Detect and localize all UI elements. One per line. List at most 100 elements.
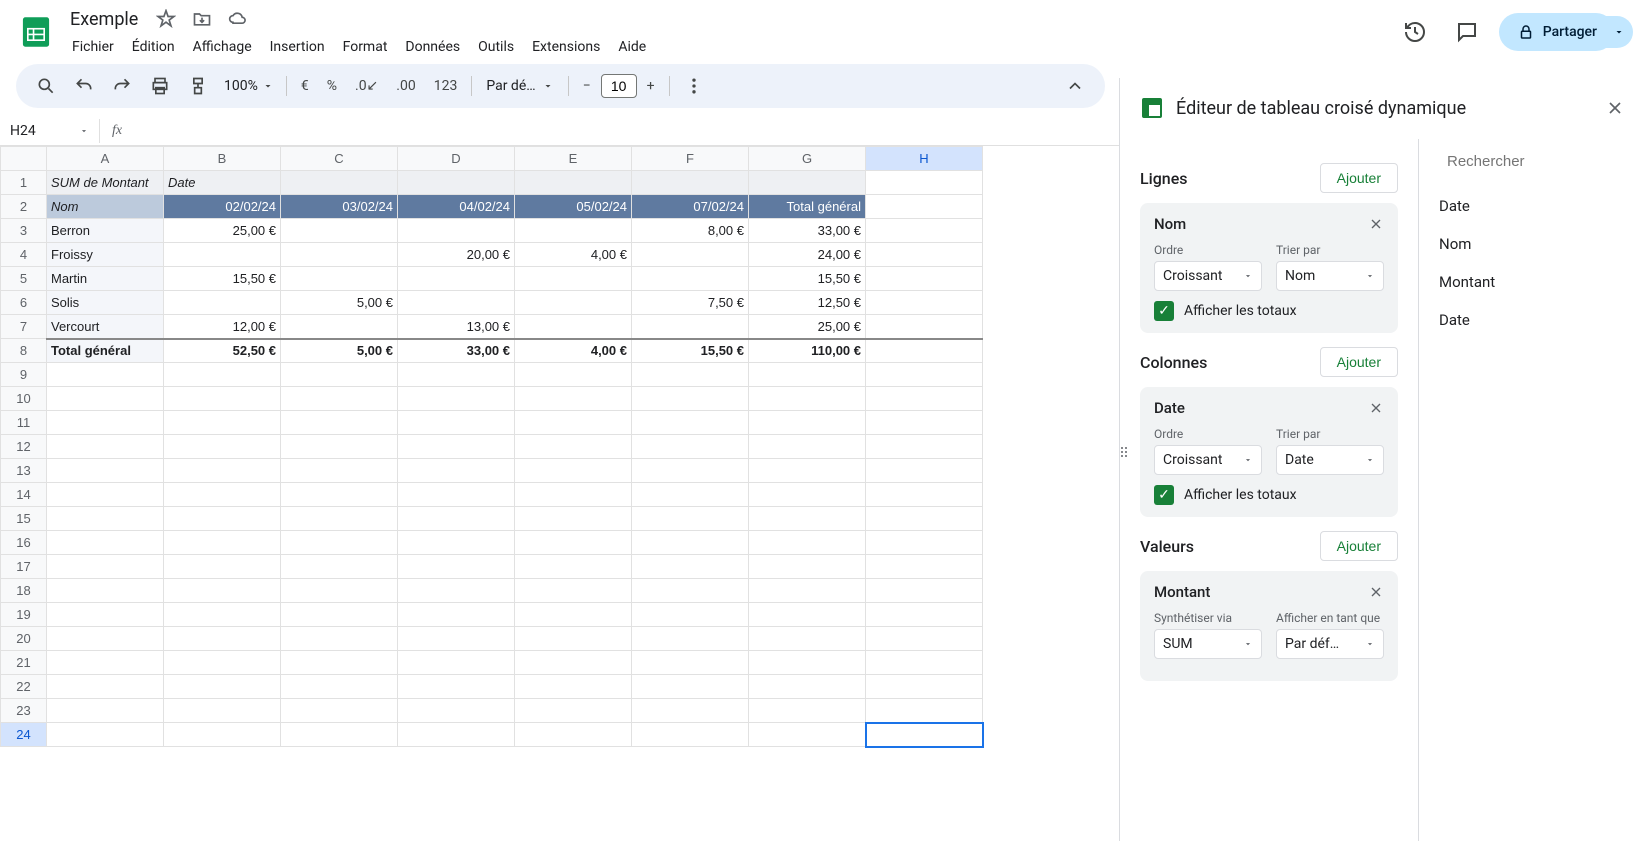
col-header[interactable]: E: [515, 147, 632, 171]
cell[interactable]: [398, 627, 515, 651]
cell[interactable]: 25,00 €: [164, 219, 281, 243]
cell[interactable]: [47, 555, 164, 579]
cell[interactable]: [47, 435, 164, 459]
collapse-toolbar-icon[interactable]: [1057, 70, 1093, 102]
cell[interactable]: [281, 699, 398, 723]
cell[interactable]: [866, 531, 983, 555]
cell[interactable]: [749, 699, 866, 723]
cell[interactable]: Nom: [47, 195, 164, 219]
cell[interactable]: [632, 555, 749, 579]
share-dropdown[interactable]: [1605, 16, 1633, 48]
print-icon[interactable]: [142, 70, 178, 102]
cell[interactable]: [281, 363, 398, 387]
cell[interactable]: Total général: [47, 339, 164, 363]
cell[interactable]: 15,50 €: [164, 267, 281, 291]
cell[interactable]: [164, 603, 281, 627]
cell[interactable]: 05/02/24: [515, 195, 632, 219]
menu-edition[interactable]: Édition: [124, 35, 183, 59]
cell[interactable]: [398, 675, 515, 699]
cell[interactable]: [632, 675, 749, 699]
close-icon[interactable]: [1368, 216, 1384, 232]
cell[interactable]: 15,50 €: [749, 267, 866, 291]
cell[interactable]: [632, 531, 749, 555]
cell[interactable]: [398, 459, 515, 483]
cell[interactable]: [164, 243, 281, 267]
share-button[interactable]: Partager: [1499, 13, 1615, 51]
redo-icon[interactable]: [104, 70, 140, 102]
cell[interactable]: 15,50 €: [632, 339, 749, 363]
increase-fontsize-icon[interactable]: +: [639, 72, 663, 100]
cell[interactable]: [164, 627, 281, 651]
cell[interactable]: [515, 579, 632, 603]
currency-icon[interactable]: €: [293, 72, 317, 100]
cell[interactable]: [47, 627, 164, 651]
cell[interactable]: [47, 459, 164, 483]
cell[interactable]: [47, 723, 164, 747]
row-header[interactable]: 7: [1, 315, 47, 339]
cell[interactable]: [398, 411, 515, 435]
cell[interactable]: [281, 675, 398, 699]
cell[interactable]: [866, 675, 983, 699]
row-header[interactable]: 4: [1, 243, 47, 267]
cell[interactable]: [749, 579, 866, 603]
cell[interactable]: [515, 675, 632, 699]
menu-fichier[interactable]: Fichier: [64, 35, 122, 59]
cell[interactable]: [866, 363, 983, 387]
cell[interactable]: [47, 651, 164, 675]
cell[interactable]: [515, 651, 632, 675]
cell[interactable]: [866, 483, 983, 507]
row-header[interactable]: 20: [1, 627, 47, 651]
cell[interactable]: [164, 459, 281, 483]
cell[interactable]: [281, 315, 398, 339]
cell[interactable]: [398, 699, 515, 723]
cell[interactable]: [749, 411, 866, 435]
menu-affichage[interactable]: Affichage: [185, 35, 260, 59]
cell[interactable]: Froissy: [47, 243, 164, 267]
cell[interactable]: 4,00 €: [515, 243, 632, 267]
cell[interactable]: 03/02/24: [281, 195, 398, 219]
more-icon[interactable]: [676, 70, 712, 102]
cell[interactable]: [632, 579, 749, 603]
menu-insertion[interactable]: Insertion: [262, 35, 333, 59]
search-icon[interactable]: [28, 70, 64, 102]
cell[interactable]: [515, 555, 632, 579]
cell[interactable]: [281, 603, 398, 627]
close-icon[interactable]: [1368, 400, 1384, 416]
cell[interactable]: 110,00 €: [749, 339, 866, 363]
add-rows-button[interactable]: Ajouter: [1320, 163, 1398, 193]
cell[interactable]: [281, 507, 398, 531]
cell[interactable]: [515, 699, 632, 723]
showas-select[interactable]: Par déf…: [1276, 629, 1384, 659]
cell[interactable]: [632, 243, 749, 267]
cell[interactable]: [515, 627, 632, 651]
cell[interactable]: 8,00 €: [632, 219, 749, 243]
cell[interactable]: [164, 483, 281, 507]
cell[interactable]: 33,00 €: [749, 219, 866, 243]
cell[interactable]: [164, 699, 281, 723]
star-icon[interactable]: [152, 5, 180, 33]
cell[interactable]: [866, 627, 983, 651]
cell[interactable]: [632, 387, 749, 411]
cell[interactable]: Total général: [749, 195, 866, 219]
col-header[interactable]: F: [632, 147, 749, 171]
cell[interactable]: Vercourt: [47, 315, 164, 339]
cell[interactable]: [164, 675, 281, 699]
cell[interactable]: [866, 603, 983, 627]
cell[interactable]: [281, 243, 398, 267]
cell[interactable]: [515, 291, 632, 315]
cell[interactable]: [47, 363, 164, 387]
cell[interactable]: [281, 267, 398, 291]
row-header[interactable]: 22: [1, 675, 47, 699]
cell[interactable]: [632, 435, 749, 459]
zoom-select[interactable]: 100%: [218, 74, 280, 98]
name-box[interactable]: H24: [0, 119, 100, 143]
close-icon[interactable]: [1601, 94, 1629, 122]
cell[interactable]: SUM de Montant: [47, 171, 164, 195]
cell[interactable]: [632, 267, 749, 291]
cell[interactable]: [281, 459, 398, 483]
cell[interactable]: 12,00 €: [164, 315, 281, 339]
row-header[interactable]: 16: [1, 531, 47, 555]
cell[interactable]: 33,00 €: [398, 339, 515, 363]
cell[interactable]: [164, 411, 281, 435]
col-header[interactable]: C: [281, 147, 398, 171]
